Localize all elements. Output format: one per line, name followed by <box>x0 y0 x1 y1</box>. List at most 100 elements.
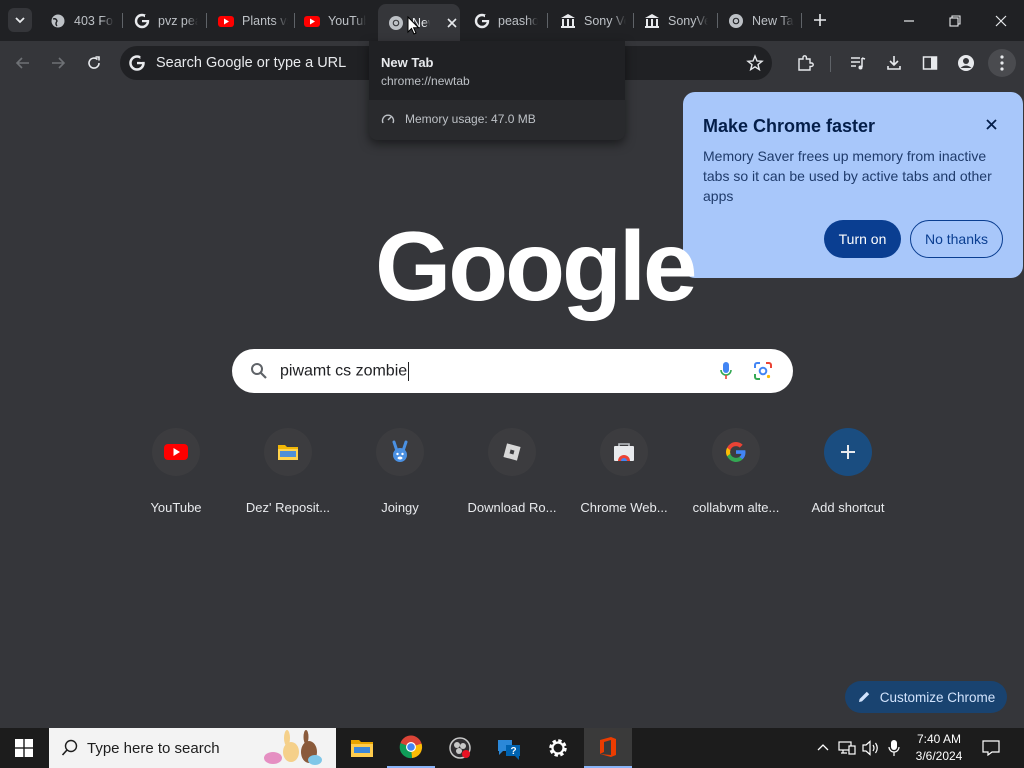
tab-search-button[interactable] <box>8 8 32 32</box>
reload-button[interactable] <box>81 50 107 76</box>
add-shortcut-button[interactable]: Add shortcut <box>792 428 904 518</box>
youtube-icon <box>304 15 320 27</box>
search-input-value: piwamt cs zombie <box>280 362 408 380</box>
promo-close-button[interactable] <box>981 114 1001 134</box>
gear-icon <box>549 739 567 757</box>
taskbar-search-box[interactable]: Type here to search <box>49 728 336 768</box>
shortcut-tile <box>376 428 424 476</box>
taskbar-office[interactable] <box>584 728 632 768</box>
help-chat-icon: ? <box>498 740 520 760</box>
shortcut-dez-repository[interactable]: Dez' Reposit... <box>232 428 344 518</box>
profile-icon <box>958 55 974 71</box>
shortcut-tile <box>152 428 200 476</box>
shortcut-collabvm[interactable]: collabvm alte... <box>680 428 792 518</box>
windows-icon <box>15 739 33 757</box>
close-tab-icon[interactable] <box>444 15 460 31</box>
tab-separator <box>122 13 123 28</box>
speedometer-icon <box>381 114 395 124</box>
tab-pvz-peashooter[interactable]: pvz peashooter <box>124 6 204 35</box>
media-controls-button[interactable] <box>845 50 871 76</box>
tab-strip: 403 Forbidden pvz peashooter Plants vs Z… <box>0 0 1024 41</box>
tab-label: Sony Vegas <box>584 13 626 28</box>
tab-peashooter[interactable]: peashooter <box>464 6 544 35</box>
chrome-icon <box>389 15 403 30</box>
network-icon[interactable] <box>838 740 856 756</box>
start-button[interactable] <box>0 728 48 768</box>
menu-button[interactable] <box>988 49 1016 77</box>
side-panel-button[interactable] <box>917 50 943 76</box>
promo-title: Make Chrome faster <box>703 116 876 136</box>
tab-plants-vs-zombies[interactable]: Plants vs Zombies <box>208 6 294 35</box>
customize-chrome-button[interactable]: Customize Chrome <box>845 681 1007 713</box>
shortcut-chrome-web-store[interactable]: Chrome Web... <box>568 428 680 518</box>
omnibox-placeholder: Search Google or type a URL <box>156 55 347 71</box>
taskbar-clock[interactable]: 7:40 AM 3/6/2024 <box>906 731 972 765</box>
shortcut-tile <box>600 428 648 476</box>
close-window-button[interactable] <box>978 0 1024 41</box>
puzzle-icon <box>798 55 814 71</box>
tab-403-forbidden[interactable]: 403 Forbidden <box>40 6 120 35</box>
volume-icon[interactable] <box>862 740 880 756</box>
shortcut-label: Add shortcut <box>811 500 885 515</box>
chevron-down-icon <box>15 17 25 24</box>
chrome-icon <box>729 13 743 28</box>
forward-button[interactable] <box>45 50 71 76</box>
profile-button[interactable] <box>953 50 979 76</box>
restore-icon <box>949 14 961 27</box>
tab-new-tab[interactable]: New Tab <box>718 6 800 35</box>
arrow-right-icon <box>52 57 66 69</box>
taskbar-chrome[interactable] <box>387 728 435 768</box>
shortcut-label: Dez' Reposit... <box>245 500 331 515</box>
hover-card-url: chrome://newtab <box>381 74 470 88</box>
shortcut-label: collabvm alte... <box>692 500 780 515</box>
shortcut-joingy[interactable]: Joingy <box>344 428 456 518</box>
turn-on-button[interactable]: Turn on <box>824 220 901 258</box>
downloads-button[interactable] <box>881 50 907 76</box>
clock-date: 3/6/2024 <box>915 749 963 763</box>
shortcut-youtube[interactable]: YouTube <box>120 428 232 518</box>
bookmark-star-icon[interactable] <box>746 54 764 72</box>
text-caret <box>408 361 410 381</box>
tab-label: peashooter <box>498 13 538 28</box>
search-icon <box>251 363 267 379</box>
youtube-icon <box>164 444 188 460</box>
notifications-icon[interactable] <box>982 740 1000 756</box>
tab-sony-vegas[interactable]: Sony Vegas <box>550 6 632 35</box>
memory-usage-text: Memory usage: 47.0 MB <box>405 112 536 126</box>
chevron-up-icon[interactable] <box>817 742 829 754</box>
shortcut-label: Download Ro... <box>467 500 557 515</box>
google-lens-icon[interactable] <box>753 361 773 381</box>
easter-bunny-icon <box>264 730 322 765</box>
new-tab-button[interactable] <box>808 8 832 32</box>
tab-youtube[interactable]: YouTube <box>294 6 370 35</box>
tab-sonyvegas[interactable]: SonyVegas <box>634 6 718 35</box>
back-button[interactable] <box>10 50 36 76</box>
minimize-button[interactable] <box>886 0 932 41</box>
taskbar-obs[interactable] <box>436 728 484 768</box>
taskbar-get-help[interactable]: ? <box>485 728 533 768</box>
tab-separator <box>801 13 802 28</box>
mouse-cursor-icon <box>407 16 420 35</box>
shortcut-tile <box>264 428 312 476</box>
extensions-button[interactable] <box>792 50 818 76</box>
taskbar-settings[interactable] <box>534 728 582 768</box>
museum-icon <box>645 13 659 28</box>
hover-card-memory: Memory usage: 47.0 MB <box>369 100 625 138</box>
close-icon <box>985 118 997 130</box>
microphone-icon[interactable] <box>888 739 900 757</box>
google-logo: Google <box>375 211 698 321</box>
restore-button[interactable] <box>932 0 978 41</box>
shortcut-download-roblox[interactable]: Download Ro... <box>456 428 568 518</box>
search-input[interactable]: piwamt cs zombie <box>280 361 410 381</box>
taskbar-file-explorer[interactable] <box>338 728 386 768</box>
search-box[interactable]: piwamt cs zombie <box>232 349 793 393</box>
google-icon <box>134 13 150 28</box>
taskbar-search-placeholder: Type here to search <box>87 739 220 757</box>
shortcut-tile <box>488 428 536 476</box>
tab-label: YouTube <box>328 13 366 28</box>
more-vert-icon <box>1000 55 1004 71</box>
microphone-icon[interactable] <box>719 361 733 381</box>
no-thanks-button[interactable]: No thanks <box>910 220 1003 258</box>
pencil-icon <box>858 691 869 702</box>
hover-card-title: New Tab <box>381 55 434 70</box>
